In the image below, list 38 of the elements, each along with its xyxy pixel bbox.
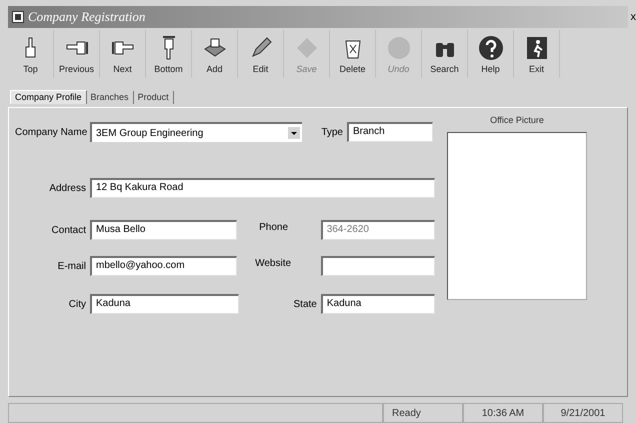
help-icon [478, 34, 504, 60]
tab[interactable]: Product [134, 90, 174, 104]
close-button[interactable]: x [630, 12, 636, 22]
window-title: Company Registration [28, 8, 146, 26]
city-field[interactable]: Kaduna [90, 294, 239, 314]
toolbar-button[interactable]: Top [8, 30, 54, 78]
toolbar-button[interactable]: Exit [514, 30, 560, 78]
field-label: Company Name [15, 126, 88, 140]
status-text: 10:36 AM [463, 403, 543, 423]
office-picture-label: Office Picture [490, 114, 544, 127]
tab[interactable]: Company Profile [10, 90, 87, 104]
toolbar-button[interactable]: Help [468, 30, 514, 78]
toolbar-button[interactable]: Edit [238, 30, 284, 78]
toolbar-button[interactable]: Search [422, 30, 468, 78]
field-label: Contact [50, 224, 87, 238]
field-label: Address [48, 182, 87, 196]
toolbar-button[interactable]: Bottom [146, 30, 192, 78]
field-label: Phone [258, 221, 290, 235]
status-text: 9/21/2001 [543, 403, 623, 423]
type-field[interactable]: Branch [347, 122, 433, 142]
address-field[interactable]: 12 Bq Kakura Road [90, 178, 435, 198]
field-label: E-mail [56, 260, 87, 274]
company-name-dropdown[interactable]: 3EM Group Engineering [90, 122, 302, 142]
field-label: City [68, 298, 87, 312]
toolbar-button[interactable]: Add [192, 30, 238, 78]
contact-field[interactable]: Musa Bello [90, 220, 238, 240]
email-field[interactable]: mbello@yahoo.com [90, 256, 238, 276]
toolbar-button[interactable]: Previous [54, 30, 100, 78]
tab[interactable]: Branches [86, 90, 134, 104]
field-label: Website [254, 257, 292, 271]
app-icon [12, 11, 24, 23]
field-label: Type [320, 126, 344, 140]
toolbar-button[interactable]: Next [100, 30, 146, 78]
state-field[interactable]: Kaduna [320, 294, 435, 314]
status-text: Ready [383, 403, 463, 423]
toolbar-button[interactable]: Delete [330, 30, 376, 78]
field-label: State [292, 298, 318, 312]
website-field[interactable] [320, 256, 435, 276]
